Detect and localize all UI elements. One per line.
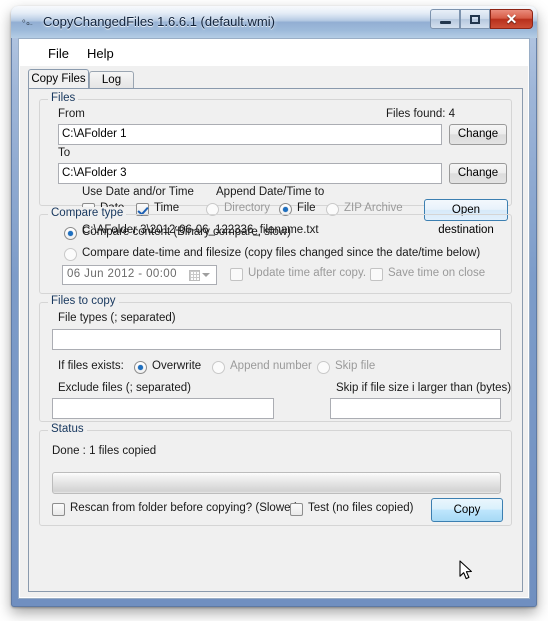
window-title: CopyChangedFiles 1.6.6.1 (default.wmi) [43, 14, 275, 29]
to-path-input[interactable]: C:\AFolder 3 [58, 163, 442, 184]
app-logo-icon: °∘҇ [22, 18, 31, 31]
menu-item-help[interactable]: Help [81, 45, 120, 62]
tab-copy-files[interactable]: Copy Files [28, 69, 89, 89]
datetime-picker[interactable]: 06 Jun 2012 - 00:00 [62, 265, 217, 285]
chevron-down-icon [201, 273, 210, 277]
group-files-to-copy-title: Files to copy [48, 295, 119, 307]
radio-compare-content-label: Compare content (Binary compare, slow) [82, 226, 291, 238]
progress-bar [52, 472, 501, 494]
datetime-picker-value: 06 Jun 2012 - 00:00 [67, 268, 177, 280]
checkbox-test-no-files-copied-label: Test (no files copied) [308, 502, 414, 514]
from-path-input[interactable]: C:\AFolder 1 [58, 124, 442, 145]
label-files-found: Files found: 4 [386, 108, 456, 120]
radio-compare-datetime-filesize-label: Compare date-time and filesize (copy fil… [82, 247, 481, 259]
radio-append-zip-archive-label: ZIP Archive [344, 202, 403, 214]
radio-skip-file[interactable] [317, 361, 330, 374]
radio-overwrite-label: Overwrite [152, 360, 202, 372]
menu-bar: File Help [20, 40, 528, 67]
minimize-icon [431, 10, 459, 28]
to-change-button[interactable]: Change [449, 163, 507, 184]
group-compare-type-title: Compare type [48, 207, 127, 219]
label-file-types: File types (; separated) [58, 312, 176, 324]
status-text: Done : 1 files copied [52, 445, 157, 457]
file-types-input[interactable] [52, 329, 501, 350]
desktop-background: °∘҇ CopyChangedFiles 1.6.6.1 (default.wm… [0, 0, 548, 621]
maximize-icon [461, 10, 489, 28]
group-files-title: Files [48, 92, 79, 104]
radio-overwrite[interactable] [134, 361, 147, 374]
group-status: Status Done : 1 files copied Rescan from… [39, 423, 512, 526]
checkbox-rescan-before-copy-label: Rescan from folder before copying? (Slow… [70, 502, 299, 514]
label-append-date-time: Append Date/Time to [216, 186, 325, 198]
label-use-date-time: Use Date and/or Time [82, 186, 194, 198]
radio-append-number[interactable] [212, 361, 225, 374]
datetime-picker-dropdown-button[interactable] [183, 267, 215, 283]
from-change-button[interactable]: Change [449, 124, 507, 145]
checkbox-rescan-before-copy[interactable] [52, 503, 65, 516]
tab-strip: Copy Files Log [28, 69, 523, 89]
label-if-files-exists: If files exists: [58, 360, 124, 372]
radio-skip-file-label: Skip file [335, 360, 376, 372]
group-status-title: Status [48, 423, 87, 435]
label-exclude-files: Exclude files (; separated) [58, 382, 191, 394]
radio-compare-datetime-filesize[interactable] [64, 248, 77, 261]
client-inner: File Help Copy Files Log Files From File… [19, 39, 529, 598]
radio-append-directory-label: Directory [224, 202, 271, 214]
title-bar[interactable]: °∘҇ CopyChangedFiles 1.6.6.1 (default.wm… [11, 6, 537, 38]
group-files-to-copy: Files to copy File types (; separated) I… [39, 295, 512, 422]
radio-append-file-label: File [297, 202, 316, 214]
checkbox-save-time-on-close-label: Save time on close [388, 267, 486, 279]
checkbox-save-time-on-close[interactable] [370, 268, 383, 281]
maximize-button[interactable] [460, 9, 490, 29]
tab-page-copy-files: Files From Files found: 4 C:\AFolder 1 C… [28, 88, 523, 592]
menu-item-file[interactable]: File [42, 45, 75, 62]
close-button[interactable]: ✕ [490, 9, 533, 29]
calendar-icon [188, 269, 200, 281]
label-skip-if-file-size: Skip if file size i larger than (bytes) [336, 382, 512, 394]
radio-compare-content[interactable] [64, 227, 77, 240]
checkbox-update-time-after-copy-label: Update time after copy. [248, 267, 367, 279]
checkbox-time-label: Time [154, 202, 180, 214]
exclude-files-input[interactable] [52, 398, 274, 419]
minimize-button[interactable] [430, 9, 460, 29]
group-files: Files From Files found: 4 C:\AFolder 1 C… [39, 92, 512, 236]
group-compare-type: Compare type Compare content (Binary com… [39, 207, 512, 294]
close-icon: ✕ [505, 10, 518, 27]
copy-button[interactable]: Copy [431, 498, 503, 522]
checkbox-update-time-after-copy[interactable] [230, 268, 243, 281]
radio-append-number-label: Append number [230, 360, 312, 372]
tab-log[interactable]: Log [89, 71, 134, 89]
checkbox-test-no-files-copied[interactable] [290, 503, 303, 516]
label-to: To [58, 147, 71, 159]
skip-file-size-input[interactable] [330, 398, 501, 419]
window-client-area: File Help Copy Files Log Files From File… [18, 38, 530, 599]
label-from: From [58, 108, 85, 120]
application-window: °∘҇ CopyChangedFiles 1.6.6.1 (default.wm… [11, 6, 537, 607]
